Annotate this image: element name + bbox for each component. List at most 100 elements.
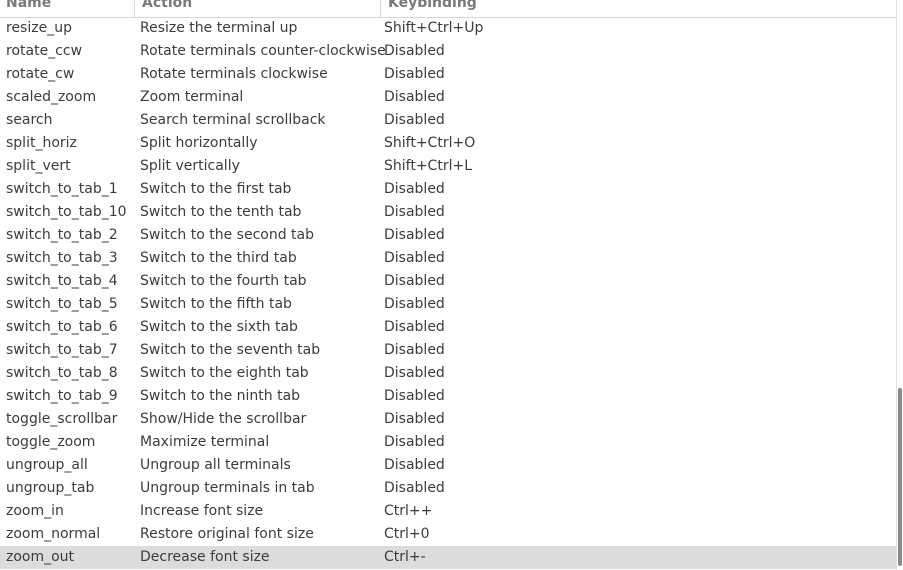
keybinding-value[interactable]: Disabled: [384, 40, 445, 63]
keybinding-value[interactable]: Ctrl++: [384, 500, 432, 523]
keybinding-value[interactable]: Disabled: [384, 339, 445, 362]
keybinding-action: Ungroup all terminals: [140, 457, 291, 473]
scrollbar-thumb[interactable]: [898, 388, 902, 566]
keybinding-action: Switch to the first tab: [140, 181, 292, 197]
keybinding-value[interactable]: Disabled: [384, 454, 445, 477]
keybinding-name: search: [6, 112, 53, 128]
table-row[interactable]: switch_to_tab_5 Switch to the fifth tab Di…: [0, 293, 896, 316]
table-row[interactable]: switch_to_tab_4 Switch to the fourth tab D…: [0, 270, 896, 293]
keybinding-action: Switch to the fifth tab: [140, 296, 292, 312]
table-row[interactable]: ungroup_tab Ungroup terminals in tab Disab…: [0, 477, 896, 500]
table-row[interactable]: zoom_out Decrease font size Ctrl+-: [0, 546, 896, 569]
keybinding-name: scaled_zoom: [6, 89, 97, 105]
table-row[interactable]: ungroup_all Ungroup all terminals Disabled: [0, 454, 896, 477]
table-row[interactable]: search Search terminal scrollback Disabled: [0, 109, 896, 132]
keybinding-name: switch_to_tab_2: [6, 227, 118, 243]
keybinding-action: Restore original font size: [140, 526, 314, 542]
keybinding-action: Resize the terminal up: [140, 20, 298, 36]
column-header-name[interactable]: Name: [0, 0, 134, 17]
keybinding-name: zoom_in: [6, 503, 64, 519]
keybinding-action: Split horizontally: [140, 135, 258, 151]
table-row[interactable]: switch_to_tab_8 Switch to the eighth tab D…: [0, 362, 896, 385]
keybinding-name: resize_up: [6, 20, 72, 36]
keybinding-value[interactable]: Disabled: [384, 477, 445, 500]
table-row[interactable]: toggle_zoom Maximize terminal Disabled: [0, 431, 896, 454]
table-row[interactable]: switch_to_tab_7 Switch to the seventh tab…: [0, 339, 896, 362]
keybinding-name: switch_to_tab_3: [6, 250, 118, 266]
table-row[interactable]: split_vert Split vertically Shift+Ctrl+L: [0, 155, 896, 178]
keybinding-value[interactable]: Disabled: [384, 362, 445, 385]
keybinding-name: split_vert: [6, 158, 71, 174]
keybinding-action: Maximize terminal: [140, 434, 270, 450]
keybinding-name: toggle_scrollbar: [6, 411, 118, 427]
keybinding-value[interactable]: Disabled: [384, 431, 445, 454]
keybinding-name: switch_to_tab_6: [6, 319, 118, 335]
column-header-action[interactable]: Action: [134, 0, 380, 17]
column-header-row: Name Action Keybinding: [0, 0, 896, 18]
keybinding-action: Split vertically: [140, 158, 240, 174]
keybinding-action: Zoom terminal: [140, 89, 244, 105]
keybinding-name: zoom_normal: [6, 526, 101, 542]
keybinding-action: Show/Hide the scrollbar: [140, 411, 307, 427]
table-row[interactable]: rotate_ccw Rotate terminals counter-clock…: [0, 40, 896, 63]
keybinding-name: ungroup_all: [6, 457, 88, 473]
keybinding-action: Switch to the ninth tab: [140, 388, 301, 404]
keybinding-action: Increase font size: [140, 503, 264, 519]
keybinding-value[interactable]: Disabled: [384, 385, 445, 408]
keybinding-value[interactable]: Shift+Ctrl+Up: [384, 17, 483, 40]
keybinding-action: Switch to the second tab: [140, 227, 315, 243]
keybinding-action: Search terminal scrollback: [140, 112, 326, 128]
table-row[interactable]: switch_to_tab_9 Switch to the ninth tab Di…: [0, 385, 896, 408]
keybinding-name: switch_to_tab_7: [6, 342, 118, 358]
keybinding-name: ungroup_tab: [6, 480, 95, 496]
keybinding-name: switch_to_tab_5: [6, 296, 118, 312]
keybinding-value[interactable]: Shift+Ctrl+L: [384, 155, 472, 178]
keybinding-action: Decrease font size: [140, 549, 270, 565]
table-row[interactable]: toggle_scrollbar Show/Hide the scrollbar D…: [0, 408, 896, 431]
keybinding-value[interactable]: Disabled: [384, 201, 445, 224]
keybinding-name: split_horiz: [6, 135, 77, 151]
keybinding-name: zoom_out: [6, 549, 75, 565]
keybinding-value[interactable]: Disabled: [384, 293, 445, 316]
keybinding-value[interactable]: Disabled: [384, 86, 445, 109]
keybinding-value[interactable]: Ctrl+-: [384, 546, 426, 569]
keybinding-name: switch_to_tab_10: [6, 204, 127, 220]
keybinding-action: Switch to the eighth tab: [140, 365, 309, 381]
table-row[interactable]: zoom_in Increase font size Ctrl++: [0, 500, 896, 523]
keybinding-value[interactable]: Disabled: [384, 408, 445, 431]
keybinding-value[interactable]: Disabled: [384, 247, 445, 270]
keybinding-action: Rotate terminals clockwise: [140, 66, 328, 82]
keybindings-tree[interactable]: Name Action Keybinding resize_up Resize t…: [0, 0, 903, 570]
keybinding-action: Switch to the sixth tab: [140, 319, 298, 335]
keybinding-name: switch_to_tab_9: [6, 388, 118, 404]
keybinding-value[interactable]: Disabled: [384, 109, 445, 132]
table-row[interactable]: zoom_normal Restore original font size Ctr…: [0, 523, 896, 546]
keybinding-action: Rotate terminals counter-clockwise: [140, 43, 386, 59]
keybinding-action: Switch to the third tab: [140, 250, 297, 266]
column-header-keybinding[interactable]: Keybinding: [380, 0, 896, 17]
keybinding-value[interactable]: Disabled: [384, 316, 445, 339]
keybinding-list: resize_up Resize the terminal up Shift+Ctr…: [0, 17, 896, 569]
table-row[interactable]: scaled_zoom Zoom terminal Disabled: [0, 86, 896, 109]
keybinding-value[interactable]: Disabled: [384, 224, 445, 247]
keybinding-value[interactable]: Disabled: [384, 178, 445, 201]
table-row[interactable]: switch_to_tab_1 Switch to the first tab Di…: [0, 178, 896, 201]
keybinding-name: switch_to_tab_1: [6, 181, 118, 197]
table-row[interactable]: switch_to_tab_2 Switch to the second tab D…: [0, 224, 896, 247]
table-row[interactable]: switch_to_tab_6 Switch to the sixth tab Di…: [0, 316, 896, 339]
table-row[interactable]: switch_to_tab_10 Switch to the tenth tab D…: [0, 201, 896, 224]
keybinding-value[interactable]: Disabled: [384, 63, 445, 86]
keybinding-name: toggle_zoom: [6, 434, 96, 450]
table-row[interactable]: split_horiz Split horizontally Shift+Ctrl+…: [0, 132, 896, 155]
keybinding-value[interactable]: Shift+Ctrl+O: [384, 132, 475, 155]
table-row[interactable]: switch_to_tab_3 Switch to the third tab Di…: [0, 247, 896, 270]
keybinding-value[interactable]: Disabled: [384, 270, 445, 293]
table-row[interactable]: rotate_cw Rotate terminals clockwise Disab…: [0, 63, 896, 86]
keybinding-name: rotate_cw: [6, 66, 75, 82]
table-row[interactable]: resize_up Resize the terminal up Shift+Ctr…: [0, 17, 896, 40]
vertical-scrollbar[interactable]: [896, 0, 903, 570]
keybinding-action: Ungroup terminals in tab: [140, 480, 315, 496]
keybinding-name: rotate_ccw: [6, 43, 83, 59]
keybinding-value[interactable]: Ctrl+0: [384, 523, 430, 546]
keybinding-name: switch_to_tab_8: [6, 365, 118, 381]
